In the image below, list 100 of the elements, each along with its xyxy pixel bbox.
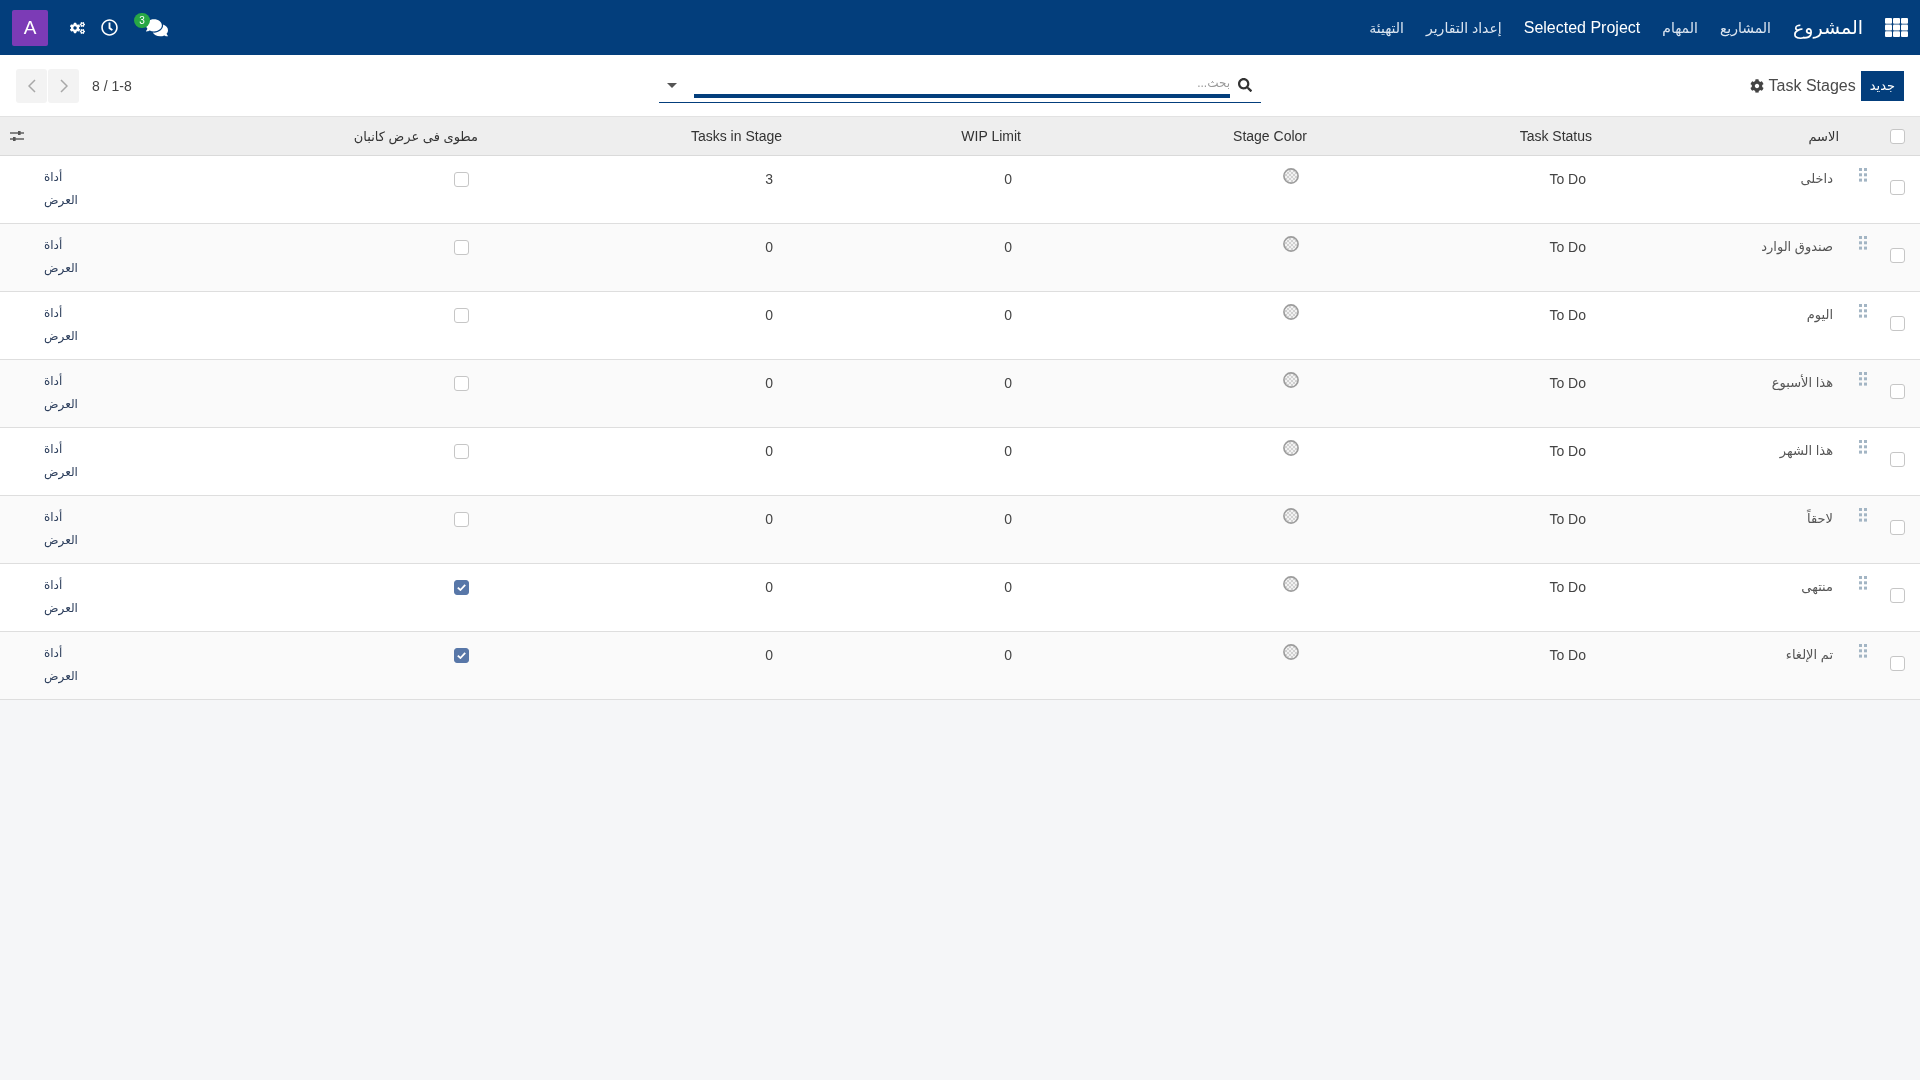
caret-down-icon[interactable] <box>667 82 677 88</box>
search-icon[interactable] <box>1238 78 1252 92</box>
table-cell: 0 <box>1004 170 1012 188</box>
row-checkbox[interactable] <box>1890 384 1905 399</box>
table-cell: 0 <box>1004 374 1012 392</box>
table-cell: لاحقاً <box>1807 510 1833 528</box>
folded-checkbox[interactable] <box>454 444 469 459</box>
column-header[interactable]: Task Status <box>1519 128 1592 144</box>
table-cell: 3 <box>765 170 773 188</box>
folded-checkbox[interactable] <box>454 240 469 255</box>
nav-menu-item[interactable]: إعداد التقارير <box>1426 19 1502 36</box>
checkered-swatch-icon[interactable] <box>1283 236 1299 252</box>
table-cell-text: أداة العرض <box>44 440 78 482</box>
column-header[interactable]: WIP Limit <box>961 128 1021 144</box>
row-checkbox[interactable] <box>1890 520 1905 535</box>
checkmark-icon <box>457 652 466 659</box>
column-header[interactable]: Stage Color <box>1233 128 1307 144</box>
checkered-swatch-icon[interactable] <box>1283 576 1299 592</box>
pager-next-button[interactable] <box>48 68 79 103</box>
table-cell: 0 <box>1004 510 1012 528</box>
checkered-swatch-icon[interactable] <box>1283 372 1299 388</box>
checkmark-icon <box>457 584 466 591</box>
gears-icon[interactable] <box>70 21 85 34</box>
row-checkbox[interactable] <box>1890 180 1905 195</box>
chevron-right-icon <box>59 78 68 93</box>
table-cell: منتهى <box>1801 578 1833 596</box>
table-cell: 0 <box>765 646 773 664</box>
pager-prev-button[interactable] <box>16 68 47 103</box>
table-cell: 0 <box>765 306 773 324</box>
row-checkbox[interactable] <box>1890 656 1905 671</box>
table-cell-text: أداة العرض <box>44 576 78 618</box>
drag-handle-icon[interactable] <box>1859 236 1867 250</box>
folded-checkbox[interactable] <box>454 512 469 527</box>
table-cell: هذا الأسبوع <box>1771 374 1833 392</box>
drag-handle-icon[interactable] <box>1859 508 1867 522</box>
table-cell: 0 <box>1004 578 1012 596</box>
app-brand-link[interactable]: المشروع <box>1793 16 1863 39</box>
table-cell-text: أداة العرض <box>44 644 78 686</box>
chevron-left-icon <box>27 78 36 93</box>
apps-grid-icon[interactable] <box>1885 18 1908 37</box>
table-cell: To Do <box>1549 442 1586 460</box>
table-cell: تم الإلغاء <box>1785 646 1833 664</box>
drag-handle-icon[interactable] <box>1859 576 1867 590</box>
row-checkbox[interactable] <box>1890 248 1905 263</box>
folded-checkbox[interactable] <box>454 172 469 187</box>
settings-icon[interactable] <box>1749 78 1764 93</box>
checkered-swatch-icon[interactable] <box>1283 508 1299 524</box>
message-count-badge: 3 <box>134 12 150 28</box>
table-cell-text: أداة العرض <box>44 372 78 414</box>
pager-count: 8 / 1-8 <box>92 77 132 94</box>
row-checkbox[interactable] <box>1890 588 1905 603</box>
column-header[interactable]: الاسم <box>1808 128 1839 144</box>
folded-checkbox[interactable] <box>454 580 469 595</box>
table-cell: To Do <box>1549 306 1586 324</box>
column-header[interactable]: Tasks in Stage <box>690 128 782 144</box>
nav-menu-item[interactable]: التهيئة <box>1369 19 1404 36</box>
drag-handle-icon[interactable] <box>1859 440 1867 454</box>
table-cell: 0 <box>765 238 773 256</box>
page-title: Task Stages <box>1768 76 1856 95</box>
table-cell: 0 <box>1004 442 1012 460</box>
nav-menu-item[interactable]: المشاريع <box>1719 19 1771 36</box>
checkered-swatch-icon[interactable] <box>1283 644 1299 660</box>
table-cell: 0 <box>765 374 773 392</box>
drag-handle-icon[interactable] <box>1859 644 1867 658</box>
table-cell-text: أداة العرض <box>44 236 78 278</box>
table-cell: صندوق الوارد <box>1761 238 1833 256</box>
table-cell: 0 <box>765 442 773 460</box>
select-all-checkbox[interactable] <box>1890 128 1905 144</box>
table-cell: اليوم <box>1806 306 1833 324</box>
table-cell: To Do <box>1549 374 1586 392</box>
folded-checkbox[interactable] <box>454 648 469 663</box>
table-cell: To Do <box>1549 578 1586 596</box>
clock-icon[interactable] <box>101 19 118 36</box>
table-cell-text: أداة العرض <box>44 304 78 346</box>
drag-handle-icon[interactable] <box>1859 304 1867 318</box>
nav-menu-item[interactable]: Selected Project <box>1523 18 1641 37</box>
search-field[interactable]: بحث... <box>694 72 1230 98</box>
table-cell: To Do <box>1549 510 1586 528</box>
folded-checkbox[interactable] <box>454 308 469 323</box>
folded-checkbox[interactable] <box>454 376 469 391</box>
row-checkbox[interactable] <box>1890 452 1905 467</box>
checkered-swatch-icon[interactable] <box>1283 304 1299 320</box>
drag-handle-icon[interactable] <box>1859 168 1867 182</box>
table-cell-text: أداة العرض <box>44 168 78 210</box>
drag-handle-icon[interactable] <box>1859 372 1867 386</box>
checkered-swatch-icon[interactable] <box>1283 440 1299 456</box>
new-button[interactable]: جديد <box>1860 70 1904 101</box>
sliders-icon[interactable] <box>10 130 24 142</box>
checkered-swatch-icon[interactable] <box>1283 168 1299 184</box>
table-cell: داخلى <box>1800 170 1833 188</box>
user-avatar[interactable]: A <box>12 9 48 46</box>
table-cell: 0 <box>765 510 773 528</box>
column-header[interactable]: مطوى فى عرض كانبان <box>353 128 478 144</box>
nav-menu-item[interactable]: المهام <box>1662 19 1698 36</box>
row-checkbox[interactable] <box>1890 316 1905 331</box>
table-cell-text: أداة العرض <box>44 508 78 550</box>
table-cell: To Do <box>1549 170 1586 188</box>
table-cell: 0 <box>1004 238 1012 256</box>
table-cell: 0 <box>1004 306 1012 324</box>
chat-bubbles-icon[interactable] <box>146 17 168 38</box>
